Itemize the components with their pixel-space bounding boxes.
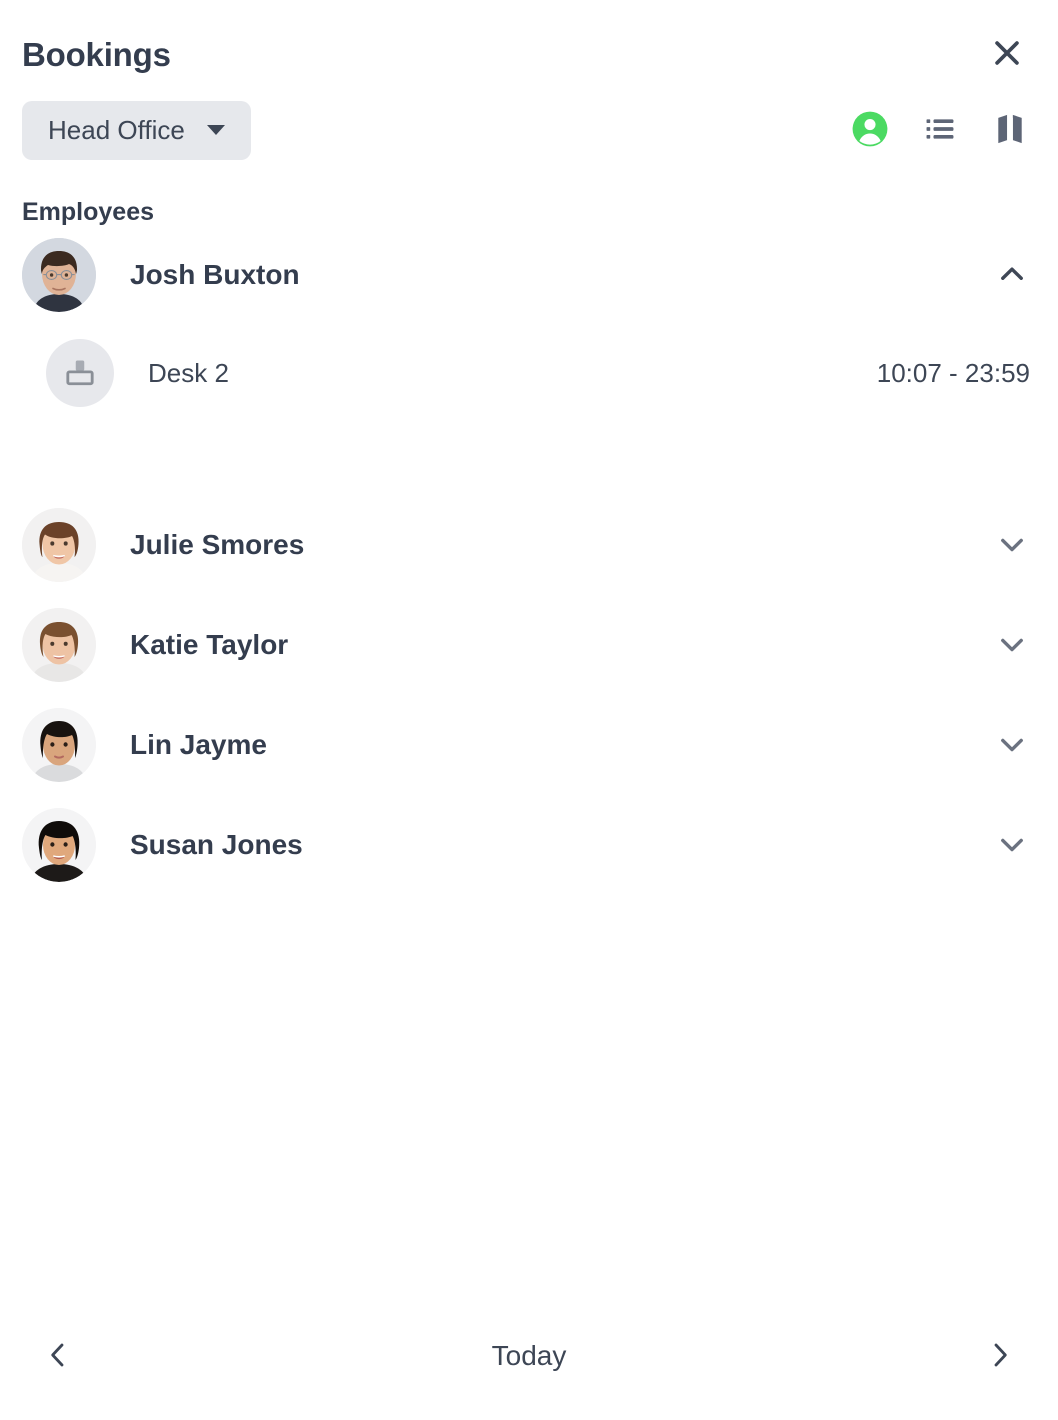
avatar [22,508,96,582]
avatar [22,608,96,682]
map-view-button[interactable] [990,110,1030,150]
employee-expand-toggle[interactable] [988,821,1036,869]
employee-block: Lin Jayme [22,695,1036,795]
employee-name: Lin Jayme [130,729,267,760]
people-view-button[interactable] [850,110,890,150]
avatar [22,708,96,782]
employee-block: Josh Buxton Desk 2 10:07 - 23:59 [22,225,1036,495]
desk-icon [46,339,114,407]
employee-name: Julie Smores [130,529,305,560]
booking-list: Desk 2 10:07 - 23:59 [22,325,1036,495]
person-icon [851,110,889,151]
close-icon [990,36,1024,73]
date-navigation-bar: Today [0,1310,1058,1420]
chevron-right-icon [984,1339,1016,1374]
employee-row-lin-jayme[interactable]: Lin Jayme [22,695,1036,795]
booking-resource-name: Desk 2 [148,358,229,388]
next-day-button[interactable] [976,1332,1024,1380]
employee-row-katie-taylor[interactable]: Katie Taylor [22,595,1036,695]
chevron-down-icon [206,124,225,135]
employee-row-josh-buxton[interactable]: Josh Buxton [22,225,1036,325]
current-date-label: Today [491,1340,567,1371]
employee-row-susan-jones[interactable]: Susan Jones [22,795,1036,895]
employee-block: Susan Jones [22,795,1036,895]
office-filter-dropdown[interactable]: Head Office [22,100,251,160]
employees-section-title: Employees [22,198,155,226]
employee-block: Katie Taylor [22,595,1036,695]
map-icon [992,111,1028,150]
view-mode-toolbar [850,110,1036,150]
chevron-left-icon [42,1339,74,1374]
employee-row-julie-smores[interactable]: Julie Smores [22,495,1036,595]
employee-name: Josh Buxton [130,259,300,290]
chevron-down-icon [995,527,1029,564]
avatar [22,808,96,882]
employee-list: Josh Buxton Desk 2 10:07 - 23:59 Julie S… [0,225,1058,1310]
close-button[interactable] [984,31,1030,77]
employee-expand-toggle[interactable] [988,721,1036,769]
chevron-down-icon [995,627,1029,664]
list-view-button[interactable] [920,110,960,150]
employee-expand-toggle[interactable] [988,251,1036,299]
avatar [22,238,96,312]
page-title: Bookings [22,35,171,73]
list-icon [923,112,957,149]
employee-block: Julie Smores [22,495,1036,595]
booking-time-range: 10:07 - 23:59 [876,358,1030,388]
panel-header: Bookings [0,0,1058,86]
bookings-panel: Bookings Head Office Employees Josh Buxt… [0,0,1058,1420]
previous-day-button[interactable] [34,1332,82,1380]
chevron-down-icon [995,827,1029,864]
employee-name: Katie Taylor [130,629,289,660]
employee-expand-toggle[interactable] [988,621,1036,669]
employee-name: Susan Jones [130,829,303,860]
filter-toolbar: Head Office [0,86,1058,174]
booking-row[interactable]: Desk 2 10:07 - 23:59 [22,325,1036,421]
chevron-up-icon [995,257,1029,294]
employee-expand-toggle[interactable] [988,521,1036,569]
office-filter-value: Head Office [48,114,185,145]
chevron-down-icon [995,727,1029,764]
